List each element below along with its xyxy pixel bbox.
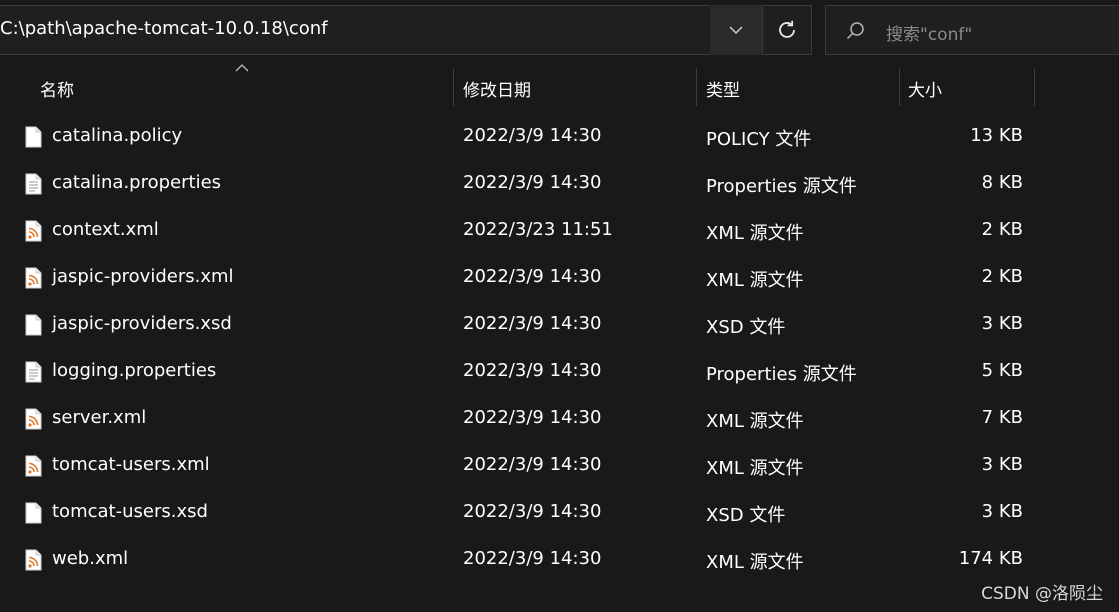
file-size: 3 KB xyxy=(981,454,1023,475)
file-row[interactable]: tomcat-users.xml 2022/3/9 14:30 XML 源文件 3 K… xyxy=(0,443,1119,490)
column-header-row: 名称 修改日期 类型 大小 xyxy=(0,62,1119,112)
file-row[interactable]: catalina.policy 2022/3/9 14:30 POLICY 文件 13… xyxy=(0,114,1119,161)
file-size: 7 KB xyxy=(981,407,1023,428)
file-size: 3 KB xyxy=(981,501,1023,522)
column-divider[interactable] xyxy=(696,68,697,106)
blank-file-icon xyxy=(25,502,42,524)
file-row[interactable]: context.xml 2022/3/23 11:51 XML 源文件 2 KB xyxy=(0,208,1119,255)
file-row[interactable]: logging.properties 2022/3/9 14:30 Properti… xyxy=(0,349,1119,396)
file-name: catalina.properties xyxy=(52,172,222,193)
file-name: tomcat-users.xml xyxy=(52,454,210,475)
file-row[interactable]: jaspic-providers.xml 2022/3/9 14:30 XML 源文… xyxy=(0,255,1119,302)
xml-file-icon xyxy=(25,455,42,477)
file-type: XML 源文件 xyxy=(706,270,804,291)
column-header-date[interactable]: 修改日期 xyxy=(463,76,531,101)
column-header-type[interactable]: 类型 xyxy=(706,76,740,101)
file-name: jaspic-providers.xsd xyxy=(52,313,232,334)
file-type: Properties 源文件 xyxy=(706,176,857,197)
search-icon xyxy=(846,22,864,40)
file-type: XML 源文件 xyxy=(706,458,804,479)
file-row[interactable]: tomcat-users.xsd 2022/3/9 14:30 XSD 文件 3 KB xyxy=(0,490,1119,537)
file-size: 3 KB xyxy=(981,313,1023,334)
xml-file-icon xyxy=(25,267,42,289)
address-history-dropdown[interactable] xyxy=(710,5,762,55)
column-divider[interactable] xyxy=(899,68,900,106)
file-explorer-window: C:\path\apache-tomcat-10.0.18\conf 搜索"co… xyxy=(0,0,1119,612)
file-size: 2 KB xyxy=(981,219,1023,240)
file-size: 8 KB xyxy=(981,172,1023,193)
xml-file-icon xyxy=(25,408,42,430)
file-type: XSD 文件 xyxy=(706,317,786,338)
file-modified-date: 2022/3/9 14:30 xyxy=(463,360,602,381)
column-header-size[interactable]: 大小 xyxy=(908,76,942,101)
refresh-icon xyxy=(779,20,795,38)
file-type: XML 源文件 xyxy=(706,552,804,573)
file-name: context.xml xyxy=(52,219,159,240)
column-divider[interactable] xyxy=(1034,68,1035,106)
search-input[interactable]: 搜索"conf" xyxy=(886,20,972,45)
address-bar[interactable]: C:\path\apache-tomcat-10.0.18\conf xyxy=(0,5,763,55)
file-name: server.xml xyxy=(52,407,147,428)
watermark: CSDN @洛陨尘 xyxy=(981,584,1103,604)
blank-file-icon xyxy=(25,314,42,336)
file-type: XML 源文件 xyxy=(706,223,804,244)
file-type: XML 源文件 xyxy=(706,411,804,432)
xml-file-icon xyxy=(25,549,42,571)
blank-file-icon xyxy=(25,126,42,148)
chevron-down-icon xyxy=(729,25,743,34)
file-row[interactable]: catalina.properties 2022/3/9 14:30 Propert… xyxy=(0,161,1119,208)
search-box[interactable]: 搜索"conf" xyxy=(825,5,1119,55)
file-modified-date: 2022/3/9 14:30 xyxy=(463,266,602,287)
refresh-button[interactable] xyxy=(763,5,812,55)
file-modified-date: 2022/3/9 14:30 xyxy=(463,407,602,428)
column-header-name[interactable]: 名称 xyxy=(40,76,74,101)
file-size: 2 KB xyxy=(981,266,1023,287)
file-modified-date: 2022/3/9 14:30 xyxy=(463,172,602,193)
file-row[interactable]: web.xml 2022/3/9 14:30 XML 源文件 174 KB xyxy=(0,537,1119,584)
file-type: XSD 文件 xyxy=(706,505,786,526)
file-modified-date: 2022/3/9 14:30 xyxy=(463,501,602,522)
file-row[interactable]: server.xml 2022/3/9 14:30 XML 源文件 7 KB xyxy=(0,396,1119,443)
xml-file-icon xyxy=(25,220,42,242)
file-name: catalina.policy xyxy=(52,125,183,146)
sort-ascending-icon xyxy=(235,64,249,72)
file-row[interactable]: jaspic-providers.xsd 2022/3/9 14:30 XSD 文件… xyxy=(0,302,1119,349)
file-size: 174 KB xyxy=(958,548,1023,569)
file-name: jaspic-providers.xml xyxy=(52,266,234,287)
file-modified-date: 2022/3/9 14:30 xyxy=(463,548,602,569)
file-type: Properties 源文件 xyxy=(706,364,857,385)
file-name: tomcat-users.xsd xyxy=(52,501,208,522)
file-modified-date: 2022/3/9 14:30 xyxy=(463,125,602,146)
address-path[interactable]: C:\path\apache-tomcat-10.0.18\conf xyxy=(0,18,328,39)
file-type: POLICY 文件 xyxy=(706,129,812,150)
file-modified-date: 2022/3/9 14:30 xyxy=(463,313,602,334)
file-modified-date: 2022/3/23 11:51 xyxy=(463,219,613,240)
file-modified-date: 2022/3/9 14:30 xyxy=(463,454,602,475)
file-size: 5 KB xyxy=(981,360,1023,381)
file-name: web.xml xyxy=(52,548,129,569)
text-file-icon xyxy=(25,173,42,195)
column-divider[interactable] xyxy=(453,68,454,106)
text-file-icon xyxy=(25,361,42,383)
file-name: logging.properties xyxy=(52,360,217,381)
file-size: 13 KB xyxy=(970,125,1023,146)
